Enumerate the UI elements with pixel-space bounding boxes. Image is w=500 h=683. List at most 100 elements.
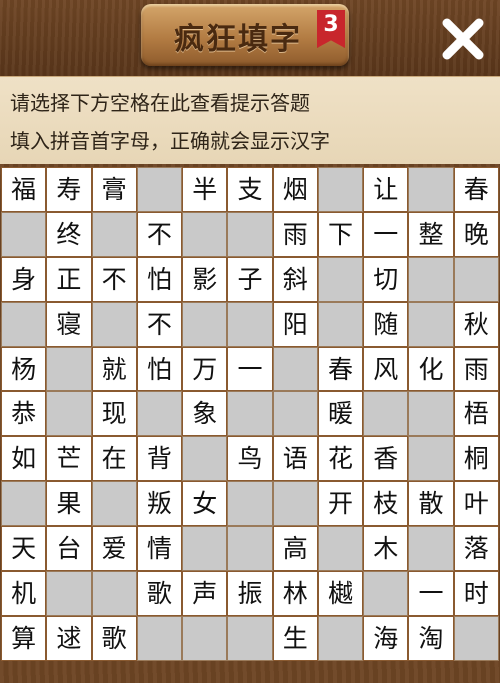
grid-cell[interactable]: 爱: [91, 526, 137, 572]
game-title-plate: 疯狂填字 3: [141, 4, 349, 66]
grid-cell[interactable]: 淘: [408, 615, 454, 661]
grid-cell[interactable]: 暖: [317, 391, 364, 437]
grid-cell-blank: [317, 256, 364, 302]
grid-cell[interactable]: 女: [182, 481, 228, 527]
grid-cell[interactable]: 终: [46, 211, 92, 257]
grid-cell[interactable]: 歌: [136, 571, 183, 616]
grid-cell[interactable]: 鸟: [227, 436, 273, 482]
grid-cell[interactable]: 膏: [91, 167, 137, 212]
grid-cell[interactable]: 机: [1, 571, 47, 616]
grid-cell[interactable]: 随: [363, 301, 409, 347]
grid-cell[interactable]: 春: [453, 167, 499, 212]
grid-cell[interactable]: 就: [91, 346, 137, 392]
grid-cell[interactable]: 叛: [136, 481, 183, 527]
grid-cell[interactable]: 海: [363, 615, 409, 661]
grid-cell-blank: [136, 615, 183, 661]
grid-cell[interactable]: 晚: [453, 211, 499, 257]
grid-cell[interactable]: 散: [408, 481, 454, 527]
grid-cell-blank: [1, 211, 47, 257]
grid-cell[interactable]: 逑: [46, 615, 92, 661]
grid-cell[interactable]: 香: [363, 436, 409, 482]
grid-cell[interactable]: 春: [317, 346, 364, 392]
grid-cell[interactable]: 樾: [317, 571, 364, 616]
grid-cell-blank: [182, 211, 228, 257]
grid-cell[interactable]: 影: [182, 256, 228, 302]
grid-cell[interactable]: 歌: [91, 615, 137, 661]
grid-cell[interactable]: 天: [1, 526, 47, 572]
grid-cell[interactable]: 象: [182, 391, 228, 437]
grid-cell[interactable]: 怕: [136, 256, 183, 302]
grid-cell[interactable]: 声: [182, 571, 228, 616]
grid-cell[interactable]: 正: [46, 256, 92, 302]
grid-cell[interactable]: 一: [363, 211, 409, 257]
grid-cell[interactable]: 怕: [136, 346, 183, 392]
grid-cell[interactable]: 恭: [1, 391, 47, 437]
grid-cell-blank: [272, 391, 318, 437]
grid-cell[interactable]: 梧: [453, 391, 499, 437]
grid-cell[interactable]: 福: [1, 167, 47, 212]
grid-cell[interactable]: 木: [363, 526, 409, 572]
grid-cell[interactable]: 情: [136, 526, 183, 572]
grid-cell[interactable]: 语: [272, 436, 318, 482]
grid-cell[interactable]: 杨: [1, 346, 47, 392]
grid-cell[interactable]: 不: [136, 211, 183, 257]
grid-cell[interactable]: 芒: [46, 436, 92, 482]
grid-cell-blank: [317, 615, 364, 661]
grid-cell[interactable]: 高: [272, 526, 318, 572]
grid-cell[interactable]: 生: [272, 615, 318, 661]
grid-cell[interactable]: 落: [453, 526, 499, 572]
grid-cell-blank: [317, 301, 364, 347]
grid-cell[interactable]: 阳: [272, 301, 318, 347]
grid-cell[interactable]: 在: [91, 436, 137, 482]
grid-cell[interactable]: 果: [46, 481, 92, 527]
grid-cell[interactable]: 时: [453, 571, 499, 616]
grid-cell[interactable]: 半: [182, 167, 228, 212]
grid-cell[interactable]: 枝: [363, 481, 409, 527]
grid-cell[interactable]: 雨: [453, 346, 499, 392]
grid-cell-blank: [91, 571, 137, 616]
grid-cell-blank: [453, 615, 499, 661]
grid-cell-blank: [1, 481, 47, 527]
grid-cell[interactable]: 振: [227, 571, 273, 616]
grid-cell[interactable]: 叶: [453, 481, 499, 527]
grid-cell[interactable]: 切: [363, 256, 409, 302]
grid-cell[interactable]: 雨: [272, 211, 318, 257]
grid-cell[interactable]: 子: [227, 256, 273, 302]
grid-cell[interactable]: 万: [182, 346, 228, 392]
grid-cell[interactable]: 一: [408, 571, 454, 616]
grid-cell[interactable]: 身: [1, 256, 47, 302]
grid-cell-blank: [91, 301, 137, 347]
grid-cell[interactable]: 不: [91, 256, 137, 302]
grid-cell[interactable]: 开: [317, 481, 364, 527]
grid-cell[interactable]: 背: [136, 436, 183, 482]
grid-cell-blank: [363, 571, 409, 616]
grid-cell-blank: [408, 436, 454, 482]
grid-cell[interactable]: 台: [46, 526, 92, 572]
grid-cell-blank: [408, 391, 454, 437]
grid-cell-blank: [136, 391, 183, 437]
grid-cell[interactable]: 下: [317, 211, 364, 257]
grid-cell[interactable]: 一: [227, 346, 273, 392]
grid-cell-blank: [46, 391, 92, 437]
close-button[interactable]: [438, 14, 488, 64]
grid-cell[interactable]: 秋: [453, 301, 499, 347]
grid-cell[interactable]: 现: [91, 391, 137, 437]
crossword-grid: 福寿膏半支烟让春终不雨下一整晚身正不怕影子斜切寝不阳随秋杨就怕万一春风化雨恭现象…: [1, 167, 499, 661]
grid-cell[interactable]: 支: [227, 167, 273, 212]
grid-cell[interactable]: 整: [408, 211, 454, 257]
grid-cell[interactable]: 算: [1, 615, 47, 661]
grid-cell[interactable]: 花: [317, 436, 364, 482]
grid-cell[interactable]: 让: [363, 167, 409, 212]
grid-cell[interactable]: 寿: [46, 167, 92, 212]
grid-cell[interactable]: 烟: [272, 167, 318, 212]
grid-cell[interactable]: 桐: [453, 436, 499, 482]
grid-cell-blank: [408, 167, 454, 212]
grid-cell[interactable]: 不: [136, 301, 183, 347]
grid-cell[interactable]: 斜: [272, 256, 318, 302]
grid-cell[interactable]: 风: [363, 346, 409, 392]
grid-cell[interactable]: 林: [272, 571, 318, 616]
grid-cell[interactable]: 化: [408, 346, 454, 392]
grid-cell[interactable]: 寝: [46, 301, 92, 347]
grid-cell[interactable]: 如: [1, 436, 47, 482]
grid-cell-blank: [227, 615, 273, 661]
